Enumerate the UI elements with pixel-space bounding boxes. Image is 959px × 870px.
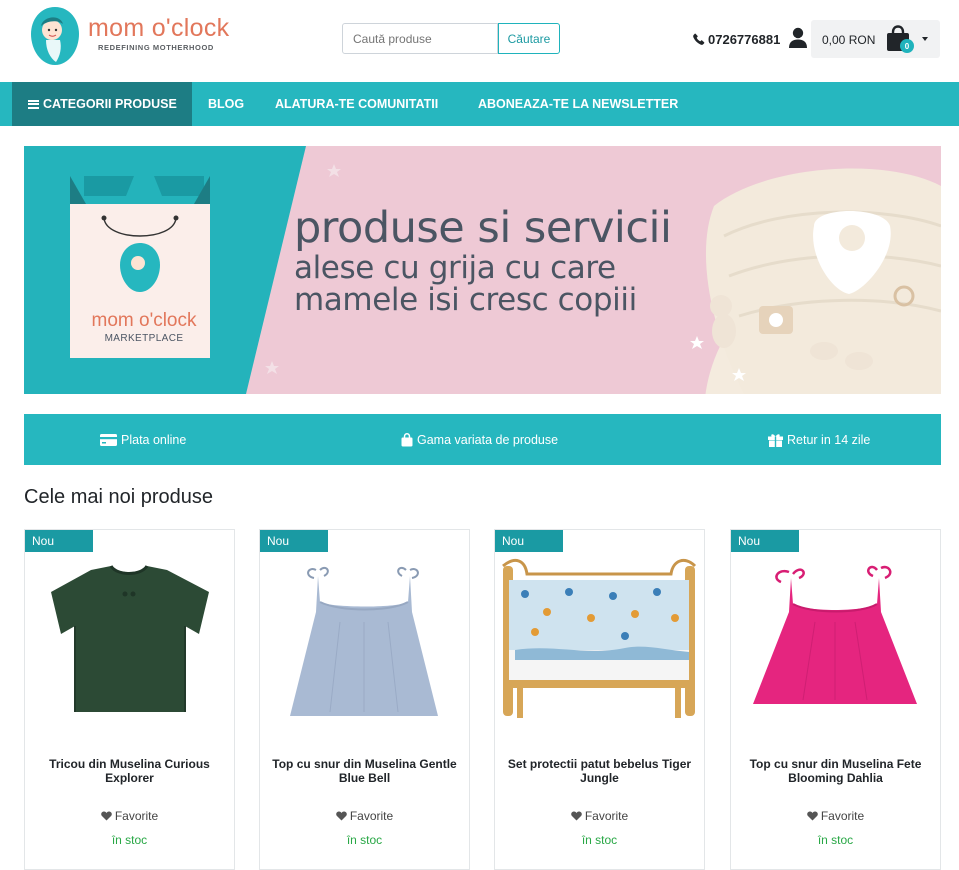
nav-blog[interactable]: BLOG [208,82,244,126]
stock-status: în stoc [111,833,148,847]
stock-status: în stoc [581,833,618,847]
favorite-button[interactable]: Favorite [495,808,704,824]
feature-label: Retur in 14 zile [787,432,871,447]
new-badge: Nou [25,530,93,552]
product-card[interactable]: Nou Top cu snur din Muselina Gentle Blue… [259,529,470,870]
banner-bag-subtitle: MARKETPLACE [104,333,184,344]
search-form: Căutare [342,23,560,54]
cart-button[interactable]: 0,00 RON 0 [811,20,940,58]
features-bar: Plata online Gama variata de produse Ret… [24,414,941,465]
heart-icon [336,811,347,821]
product-title[interactable]: Tricou din Muselina Curious Explorer [29,754,230,788]
banner-subline-2: mamele isi cresc copiii [294,282,637,318]
shopping-bag-icon [401,432,413,446]
chevron-down-icon [922,37,928,41]
feature-product-range: Gama variata de produse [401,414,558,465]
nav-newsletter[interactable]: ABONEAZA-TE LA NEWSLETTER [478,82,678,126]
phone-link[interactable]: 0726776881 [693,30,780,48]
banner-subline-1: alese cu grija cu care [294,250,616,286]
credit-card-icon [100,433,117,446]
user-account-icon[interactable] [788,27,808,49]
feature-label: Plata online [121,432,187,447]
heart-icon [807,811,818,821]
favorite-button[interactable]: Favorite [260,808,469,824]
phone-icon [693,33,705,45]
product-image[interactable] [25,552,234,742]
search-input[interactable] [342,23,498,54]
product-card[interactable]: Nou Set protectii patut bebelus Tiger Ju… [494,529,705,870]
banner-bag-brand: mom o'clock [91,310,197,331]
phone-number: 0726776881 [708,31,781,47]
feature-returns: Retur in 14 zile [768,414,870,465]
menu-icon [28,99,39,109]
new-badge: Nou [731,530,799,552]
hero-banner[interactable]: produse si servicii alese cu grija cu ca… [24,146,941,394]
favorite-label: Favorite [584,809,629,823]
favorite-label: Favorite [820,809,865,823]
new-badge: Nou [495,530,563,552]
favorite-label: Favorite [349,809,394,823]
feature-online-payment: Plata online [100,414,186,465]
product-title[interactable]: Top cu snur din Muselina Fete Blooming D… [735,754,936,788]
cart-total: 0,00 RON [822,33,876,47]
logo-wordmark: mom o'clock [88,14,230,42]
favorite-button[interactable]: Favorite [25,808,234,824]
logo-tagline: REDEFINING MOTHERHOOD [98,43,214,52]
product-title[interactable]: Top cu snur din Muselina Gentle Blue Bel… [264,754,465,788]
product-image[interactable] [495,552,704,742]
cart-count-badge: 0 [900,39,914,53]
nav-categories[interactable]: CATEGORII PRODUSE [12,82,192,126]
product-card[interactable]: Nou Top cu snur din Muselina Fete Bloomi… [730,529,941,870]
main-navigation: CATEGORII PRODUSE BLOG ALATURA-TE COMUNI… [0,82,959,126]
search-button[interactable]: Căutare [498,23,560,54]
favorite-label: Favorite [114,809,159,823]
product-title[interactable]: Set protectii patut bebelus Tiger Jungle [499,754,700,788]
nav-community[interactable]: ALATURA-TE COMUNITATII [275,82,438,126]
product-image[interactable] [260,552,469,742]
feature-label: Gama variata de produse [417,432,559,447]
stock-status: în stoc [817,833,854,847]
logo-badge-icon [31,7,79,65]
favorite-button[interactable]: Favorite [731,808,940,824]
banner-headline: produse si servicii [294,203,672,253]
product-image[interactable] [731,552,940,742]
nav-categories-label: CATEGORII PRODUSE [43,97,177,111]
site-logo[interactable]: mom o'clock REDEFINING MOTHERHOOD [30,5,240,67]
heart-icon [571,811,582,821]
heart-icon [101,811,112,821]
gift-icon [768,433,783,447]
stock-status: în stoc [346,833,383,847]
product-card[interactable]: Nou Tricou din Muselina Curious Explorer… [24,529,235,870]
section-title: Cele mai noi produse [24,486,213,508]
new-badge: Nou [260,530,328,552]
site-header: mom o'clock REDEFINING MOTHERHOOD Căutar… [0,0,959,82]
